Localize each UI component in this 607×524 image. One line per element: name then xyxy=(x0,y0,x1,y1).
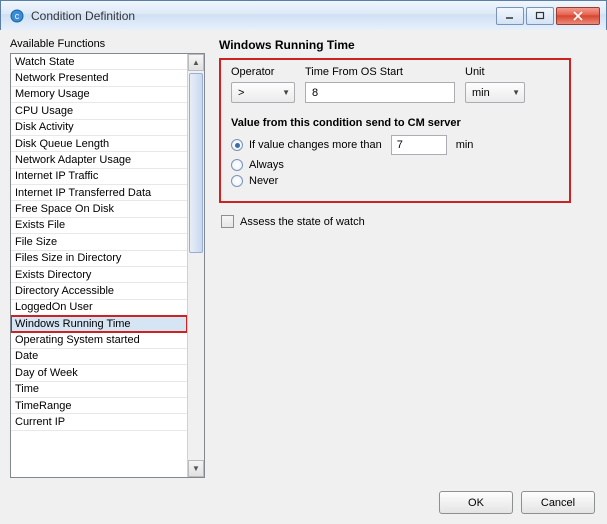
list-item[interactable]: Date xyxy=(11,349,187,365)
highlighted-condition-box: Operator Time From OS Start Unit > ▼ 8 m… xyxy=(219,58,571,203)
operator-label: Operator xyxy=(231,66,295,78)
assess-checkbox[interactable] xyxy=(221,215,234,228)
list-item[interactable]: Current IP xyxy=(11,414,187,430)
operator-value: > xyxy=(238,87,244,99)
unit-label: Unit xyxy=(465,66,525,78)
list-item[interactable]: Files Size in Directory xyxy=(11,251,187,267)
ok-label: OK xyxy=(468,497,484,509)
scroll-thumb[interactable] xyxy=(189,73,203,253)
radio-always-label: Always xyxy=(249,159,284,171)
list-item[interactable]: Watch State xyxy=(11,54,187,70)
radio-never-label: Never xyxy=(249,175,278,187)
maximize-button[interactable] xyxy=(526,7,554,25)
scrollbar[interactable]: ▲ ▼ xyxy=(187,54,204,477)
ok-button[interactable]: OK xyxy=(439,491,513,514)
list-item[interactable]: Memory Usage xyxy=(11,87,187,103)
available-functions-header: Available Functions xyxy=(10,38,205,50)
list-item[interactable]: LoggedOn User xyxy=(11,300,187,316)
chevron-down-icon: ▼ xyxy=(282,88,290,97)
list-item[interactable]: Operating System started xyxy=(11,332,187,348)
list-item[interactable]: Exists Directory xyxy=(11,267,187,283)
list-item[interactable]: Day of Week xyxy=(11,365,187,381)
time-value: 8 xyxy=(312,87,318,99)
list-item[interactable]: Exists File xyxy=(11,218,187,234)
radio-changes[interactable] xyxy=(231,139,243,151)
list-item[interactable]: Directory Accessible xyxy=(11,283,187,299)
assess-label: Assess the state of watch xyxy=(240,216,365,228)
list-item[interactable]: Network Presented xyxy=(11,70,187,86)
radio-changes-label: If value changes more than xyxy=(249,139,382,151)
chevron-down-icon: ▼ xyxy=(512,88,520,97)
scroll-up-button[interactable]: ▲ xyxy=(188,54,204,71)
minimize-button[interactable] xyxy=(496,7,524,25)
scroll-track[interactable] xyxy=(188,71,204,460)
cancel-button[interactable]: Cancel xyxy=(521,491,595,514)
scroll-down-button[interactable]: ▼ xyxy=(188,460,204,477)
list-item[interactable]: Network Adapter Usage xyxy=(11,152,187,168)
list-item[interactable]: File Size xyxy=(11,234,187,250)
send-section-title: Value from this condition send to CM ser… xyxy=(231,117,559,129)
app-icon: c xyxy=(9,8,25,24)
time-input[interactable]: 8 xyxy=(305,82,455,103)
svg-text:c: c xyxy=(15,11,20,21)
operator-dropdown[interactable]: > ▼ xyxy=(231,82,295,103)
window-title: Condition Definition xyxy=(31,9,494,23)
list-item[interactable]: Internet IP Traffic xyxy=(11,169,187,185)
cancel-label: Cancel xyxy=(541,497,575,509)
changes-value-input[interactable]: 7 xyxy=(391,135,447,155)
panel-title: Windows Running Time xyxy=(219,38,597,52)
radio-always[interactable] xyxy=(231,159,243,171)
list-item[interactable]: Windows Running Time xyxy=(11,316,187,332)
unit-dropdown[interactable]: min ▼ xyxy=(465,82,525,103)
unit-value: min xyxy=(472,87,490,99)
list-item[interactable]: Free Space On Disk xyxy=(11,201,187,217)
titlebar[interactable]: c Condition Definition xyxy=(1,1,606,31)
list-item[interactable]: Time xyxy=(11,382,187,398)
list-item[interactable]: Internet IP Transferred Data xyxy=(11,185,187,201)
list-item[interactable]: Disk Activity xyxy=(11,120,187,136)
list-item[interactable]: TimeRange xyxy=(11,398,187,414)
time-label: Time From OS Start xyxy=(305,66,455,78)
changes-unit: min xyxy=(456,139,474,151)
list-item[interactable]: CPU Usage xyxy=(11,103,187,119)
list-item[interactable]: Disk Queue Length xyxy=(11,136,187,152)
close-button[interactable] xyxy=(556,7,600,25)
changes-value: 7 xyxy=(397,139,403,151)
radio-never[interactable] xyxy=(231,175,243,187)
function-list[interactable]: Watch StateNetwork PresentedMemory Usage… xyxy=(10,53,205,478)
